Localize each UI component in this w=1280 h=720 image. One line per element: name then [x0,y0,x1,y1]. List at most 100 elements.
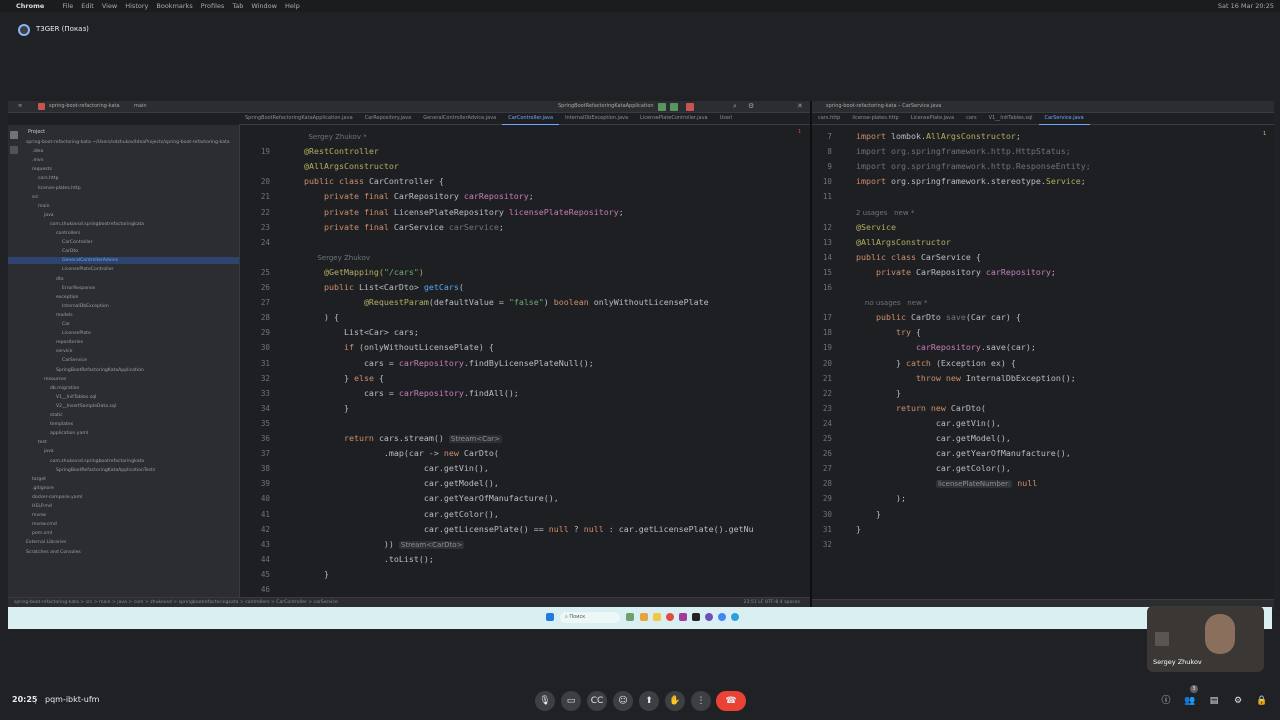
code-line[interactable]: carRepository.save(car); [856,340,1036,355]
info-icon[interactable]: ⓘ [1156,691,1176,711]
tree-item[interactable]: GeneralControllerAdvice [8,257,239,265]
code-line[interactable]: @AllArgsConstructor [304,159,399,174]
tree-item[interactable]: main [38,203,49,210]
folder-icon[interactable] [10,131,18,139]
code-line[interactable]: car.getColor(), [856,461,1011,476]
code-line[interactable]: import org.springframework.stereotype.Se… [856,174,1086,189]
tree-item[interactable]: repositories [56,339,83,346]
tree-item[interactable]: src [32,194,39,201]
tree-item[interactable]: cars.http [38,175,59,182]
editor-scrollbar-right[interactable]: 1 [1262,125,1274,599]
tree-item[interactable]: .mvn [32,157,44,164]
tree-item[interactable]: ErrorResponse [62,285,95,292]
code-line[interactable]: car.getYearOfManufacture(), [304,491,559,506]
close-window-icon[interactable]: ✕ [797,102,803,110]
code-line[interactable]: car.getModel(), [304,476,499,491]
tree-item[interactable]: LicensePlateController [62,266,113,273]
code-line[interactable]: import org.springframework.http.HttpStat… [856,144,1071,159]
tree-item[interactable]: controllers [56,230,80,237]
tree-item[interactable]: Scratches and Consoles [26,549,81,556]
tree-item[interactable]: Car [62,321,70,328]
tree-item[interactable]: java [44,448,54,455]
mac-menu-item[interactable]: Help [285,2,300,10]
commit-icon[interactable] [10,146,18,154]
tree-item[interactable]: templates [50,421,73,428]
code-line[interactable]: } else { [304,371,384,386]
raise-hand-icon[interactable]: ✋ [665,691,685,711]
tree-item[interactable]: application.yaml [50,430,88,437]
project-tool-title[interactable]: Project [28,129,45,135]
code-line[interactable]: import org.springframework.http.Response… [856,159,1091,174]
editor-tab[interactable]: LicensePlate.java [905,113,960,124]
tree-item[interactable]: V2__InsertSampleData.sql [56,403,116,410]
code-line[interactable]: return new CarDto( [856,401,986,416]
tree-item[interactable]: mvnw.cmd [32,521,57,528]
code-line[interactable]: car.getLicensePlate() == null ? null : c… [304,522,754,537]
mac-menu-item[interactable]: Edit [81,2,94,10]
code-line[interactable]: car.getVin(), [856,416,1001,431]
tree-item[interactable]: com.zhukovsd.springbootrefactoringkata [50,458,144,465]
activities-icon[interactable]: ⚙ [1228,691,1248,711]
meeting-code[interactable]: pqm-ibkt-ufm [45,695,99,704]
code-line[interactable]: @Service [856,220,896,235]
search-icon[interactable]: ⌕ [733,102,737,111]
tree-item[interactable]: .gitignore [32,485,54,492]
camera-icon[interactable]: ▭ [561,691,581,711]
mac-menu-item[interactable]: Window [251,2,277,10]
tree-item[interactable]: license-plates.http [38,185,81,192]
code-line[interactable]: private final CarRepository carRepositor… [304,189,534,204]
code-line[interactable]: return cars.stream() Stream<Car> [304,431,502,446]
settings-icon[interactable]: ⚙ [748,102,754,110]
mac-menu-item[interactable]: View [102,2,117,10]
tree-item[interactable]: LicensePlate [62,330,91,337]
folder-icon[interactable] [653,613,661,621]
warning-count-badge[interactable]: 1 [1263,131,1266,137]
emoji-icon[interactable]: ☺ [613,691,633,711]
tree-item[interactable]: External Libraries [26,539,66,546]
code-line[interactable]: no usages new * [856,295,928,310]
code-line[interactable]: } [856,507,881,522]
chrome-icon[interactable] [718,613,726,621]
mac-menu-item[interactable]: History [125,2,148,10]
editor-tab[interactable]: GeneralControllerAdvice.java [417,113,502,124]
menu-app[interactable]: Chrome [16,2,44,10]
tree-item[interactable]: CarDto [62,248,78,255]
code-line[interactable]: private CarRepository carRepository; [856,265,1056,280]
code-line[interactable]: 2 usages new * [856,205,914,220]
code-line[interactable]: car.getModel(), [856,431,1011,446]
tree-item[interactable]: com.zhukovsd.springbootrefactoringkata [50,221,144,228]
error-count-badge[interactable]: 1 [798,129,801,135]
code-editor-right[interactable]: 7 import lombok.AllArgsConstructor; 8 impor… [812,125,1262,599]
code-line[interactable]: } [856,386,901,401]
end-call-icon[interactable]: ☎ [716,691,746,711]
lock-icon[interactable]: 🔒 [1252,691,1272,711]
code-line[interactable]: } [856,522,861,537]
code-line[interactable]: public List<CarDto> getCars( [304,280,464,295]
mac-menu-item[interactable]: Tab [232,2,243,10]
code-line[interactable]: Sergey Zhukov * [304,129,366,144]
tree-item[interactable]: InternalDbException [62,303,109,310]
code-line[interactable]: @RequestParam(defaultValue = "false") bo… [304,295,709,310]
code-line[interactable]: import lombok.AllArgsConstructor; [856,129,1021,144]
code-line[interactable]: .map(car -> new CarDto( [304,446,499,461]
more-icon[interactable]: ⋮ [691,691,711,711]
editor-tab[interactable]: V1__InitTables.sql [983,113,1039,124]
start-icon[interactable] [546,613,554,621]
taskbar-search[interactable]: ⌕ Поиск [560,612,620,623]
participant-tile[interactable]: Sergey Zhukov [1147,606,1264,672]
editor-tab[interactable]: Userl [714,113,739,124]
code-line[interactable]: private final LicensePlateRepository lic… [304,205,624,220]
code-line[interactable]: cars = carRepository.findAll(); [304,386,519,401]
code-line[interactable]: ); [856,491,906,506]
code-line[interactable]: if (onlyWithoutLicensePlate) { [304,340,494,355]
branch-name[interactable]: main [134,103,147,109]
code-line[interactable]: )) Stream<CarDto> [304,537,465,552]
mic-icon[interactable]: 🎙 [535,691,555,711]
tree-item[interactable]: SpringBootRefactoringKataApplicationTest… [56,467,155,474]
run-icon[interactable] [658,103,666,111]
code-line[interactable]: @RestController [304,144,379,159]
editor-tab[interactable]: CarController.java [502,113,560,125]
tree-item[interactable]: java [44,212,54,219]
tree-item[interactable]: models [56,312,73,319]
app-icon-violet[interactable] [705,613,713,621]
